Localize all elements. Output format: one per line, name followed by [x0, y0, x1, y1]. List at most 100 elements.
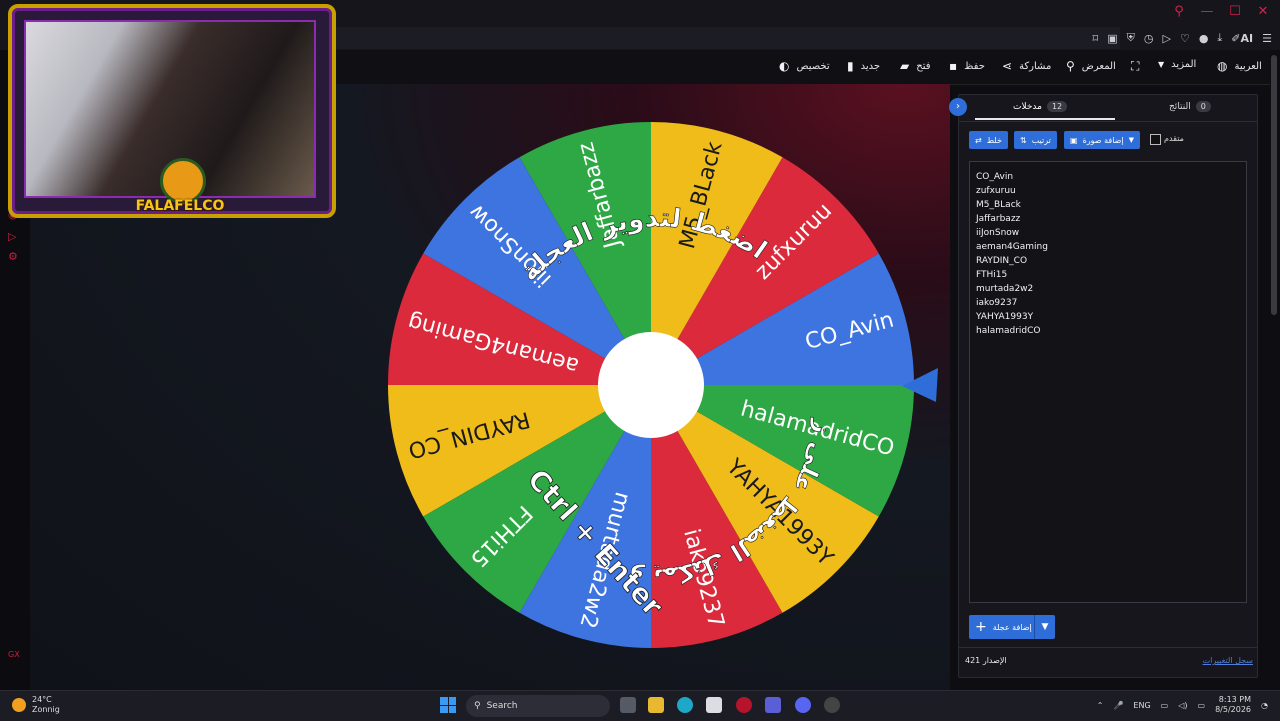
task-view-icon[interactable] [620, 697, 636, 713]
caret-down-icon: ▼ [1158, 60, 1165, 69]
list-item: M5_BLack [976, 200, 1021, 210]
collapse-panel-button[interactable]: › [949, 98, 967, 116]
network-icon[interactable]: ▭ [1161, 701, 1169, 710]
list-item: halamadridCO [976, 326, 1041, 336]
close-button[interactable]: ✕ [1254, 4, 1272, 19]
add-wheel-dropdown-icon[interactable]: ▼ [1034, 615, 1055, 639]
taskbar-search-label: Search [486, 701, 518, 711]
gallery-button[interactable]: ⚲ المعرض [1066, 59, 1116, 73]
play-icon[interactable]: ▷ [1162, 32, 1170, 45]
customize-label: تخصيص [796, 60, 830, 72]
plus-icon: + [975, 619, 987, 635]
fullscreen-button[interactable]: ⛶ [1131, 59, 1139, 74]
version-label: الإصدار 421 [965, 656, 1007, 665]
wheel-center[interactable] [598, 332, 704, 438]
volume-icon[interactable]: ◁) [1178, 701, 1187, 710]
system-tray: ⌃ 🎤 ENG ▭ ◁) ▭ 8:13 PM 8/5/2026 ◔ [1097, 695, 1268, 715]
tab-results-label: النتائج [1169, 101, 1191, 112]
tab-entries[interactable]: مدخلات 12 [1013, 101, 1068, 112]
obs-icon[interactable] [824, 697, 840, 713]
store-icon[interactable] [706, 697, 722, 713]
save-button[interactable]: ▪ حفظ [949, 59, 985, 73]
list-item: murtada2w2 [976, 284, 1034, 294]
page-scrollbar[interactable] [1271, 55, 1277, 315]
add-wheel-label: إضافة عجلة [992, 622, 1032, 632]
notification-icon[interactable]: ◔ [1261, 701, 1268, 710]
sort-button[interactable]: ⇅ ترتيب [1014, 131, 1057, 149]
weather-condition: Zonnig [32, 705, 60, 714]
file-icon: ▮ [847, 59, 854, 73]
more-label: المزيد [1171, 59, 1197, 70]
clock-date: 8/5/2026 [1215, 705, 1252, 714]
add-wheel-button[interactable]: + إضافة عجلة ▼ [969, 615, 1055, 639]
profile-icon[interactable]: ● [1199, 32, 1209, 45]
share-button[interactable]: ⋖ مشاركة [1002, 59, 1051, 73]
mic-icon[interactable]: 🎤 [1113, 701, 1123, 710]
open-label: فتح [916, 60, 931, 72]
battery-icon[interactable]: ▭ [1198, 701, 1206, 710]
wheel-pointer-icon [902, 368, 938, 402]
spin-wheel[interactable]: CO_Avin zufxuruu M5_BLack Jaffarbazz iiJonSn… [378, 96, 916, 650]
weather-widget[interactable]: 24°C Zonnig [12, 695, 60, 715]
webcam-overlay: FALAFELCO [8, 4, 336, 218]
list-item: RAYDIN_CO [976, 256, 1028, 266]
window-controls: ⚲ — ☐ ✕ [1170, 4, 1272, 19]
customize-button[interactable]: ◐ تخصيص [779, 59, 830, 73]
tab-results[interactable]: النتائج 0 [1169, 101, 1211, 112]
advanced-checkbox[interactable] [1150, 134, 1161, 145]
minimize-button[interactable]: — [1198, 4, 1216, 19]
bookmark-icon[interactable]: ⌑ [1093, 32, 1099, 45]
add-image-button[interactable]: ▣ إضافة صورة ▼ [1064, 131, 1141, 149]
ai-extension-button[interactable]: ✐AI [1231, 32, 1253, 45]
chevron-up-icon[interactable]: ⌃ [1097, 701, 1104, 710]
heart-icon[interactable]: ♡ [1180, 32, 1190, 45]
list-item: FTHi15 [976, 270, 1008, 280]
screenshot-icon[interactable]: ▣ [1107, 32, 1117, 45]
download-icon[interactable]: ⤓ [1217, 31, 1222, 45]
app-toolbar: ◍ العربية ▼ المزيد ⛶ ⚲ المعرض ⋖ مشاركة ▪… [330, 50, 1270, 85]
more-button[interactable]: ▼ المزيد [1158, 59, 1196, 70]
history-icon[interactable]: ◷ [1144, 32, 1154, 45]
edge-icon[interactable] [677, 697, 693, 713]
shuffle-button[interactable]: ⇄ خلط [969, 131, 1008, 149]
opera-gx-icon[interactable] [736, 697, 752, 713]
sidebar-settings-icon[interactable]: ⚙ [8, 250, 18, 263]
clock[interactable]: 8:13 PM 8/5/2026 [1215, 695, 1251, 715]
list-item: CO_Avin [976, 172, 1014, 182]
menu-icon[interactable]: ☰ [1262, 32, 1272, 45]
app-icon[interactable] [765, 697, 781, 713]
save-label: حفظ [964, 60, 985, 72]
search-icon[interactable]: ⚲ [1170, 4, 1188, 19]
discord-icon[interactable] [795, 697, 811, 713]
panel-tabs: › مدخلات 12 النتائج 0 [949, 95, 1257, 122]
entries-count-badge: 12 [1046, 101, 1068, 112]
panel-footer: الإصدار 421 سجل التغييرات [959, 647, 1257, 674]
palette-icon: ◐ [779, 59, 790, 73]
open-button[interactable]: ▰ فتح [900, 59, 931, 73]
sidebar-gx-icon[interactable]: GX [8, 650, 20, 659]
windows-taskbar: 24°C Zonnig ⚲ Search ⌃ 🎤 ENG ▭ ◁) ▭ 8:13… [0, 690, 1280, 721]
start-button[interactable] [440, 697, 456, 713]
entries-textarea[interactable]: CO_Avin zufxuruu M5_BLack Jaffarbazz iiJ… [969, 161, 1247, 603]
weather-temp: 24°C [32, 695, 52, 704]
shuffle-label: خلط [986, 135, 1002, 145]
file-explorer-icon[interactable] [648, 697, 664, 713]
wheel-graphic[interactable]: CO_AvinzufxuruuM5_BLackJaffarbazziiJonSn… [378, 96, 916, 650]
fullscreen-icon: ⛶ [1131, 59, 1140, 73]
new-button[interactable]: ▮ جديد [847, 59, 880, 73]
changelog-link[interactable]: سجل التغييرات [1203, 656, 1253, 665]
sun-icon [12, 698, 26, 712]
globe-icon: ◍ [1217, 59, 1228, 73]
taskbar-search[interactable]: ⚲ Search [466, 695, 610, 717]
sidebar-play-icon[interactable]: ▷ [8, 230, 16, 243]
sort-label: ترتيب [1031, 135, 1051, 145]
shield-icon[interactable]: ⛨ [1127, 31, 1135, 45]
image-icon: ▣ [1070, 135, 1078, 145]
list-item: iako9237 [976, 298, 1018, 308]
maximize-button[interactable]: ☐ [1226, 4, 1244, 19]
language-indicator[interactable]: ENG [1133, 701, 1150, 710]
streamer-logo: FALAFELCO [130, 158, 230, 218]
share-label: مشاركة [1019, 60, 1052, 72]
language-button[interactable]: ◍ العربية [1217, 59, 1262, 73]
ai-label: AI [1240, 31, 1254, 45]
